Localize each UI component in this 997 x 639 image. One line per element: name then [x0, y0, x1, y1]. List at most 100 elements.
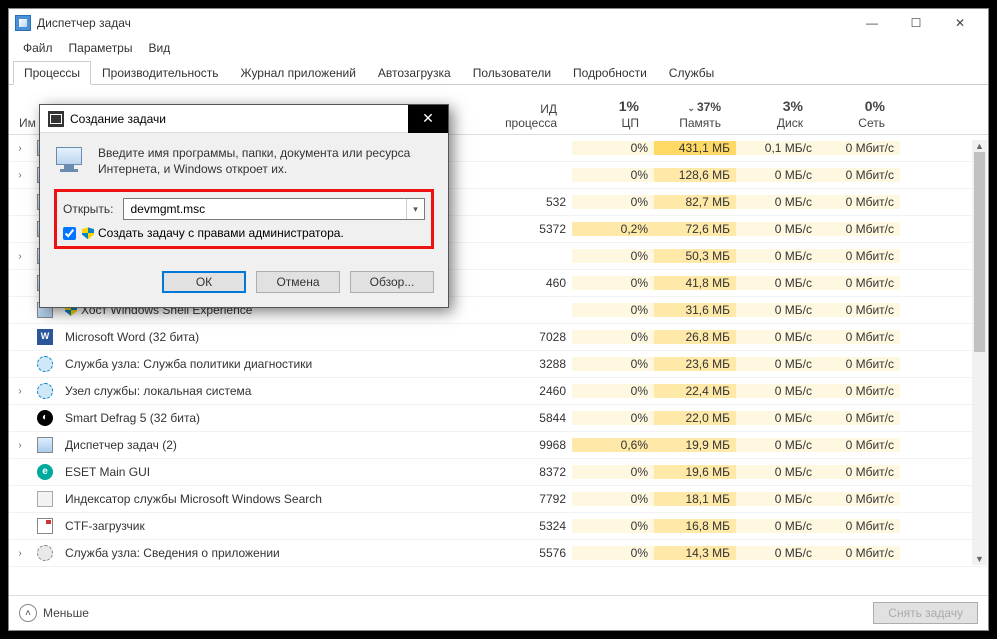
browse-button[interactable]: Обзор...: [350, 271, 434, 293]
process-network: 0 Мбит/с: [818, 303, 900, 317]
expand-toggle[interactable]: ›: [9, 548, 31, 559]
cpu-usage: 1%: [570, 98, 639, 114]
process-network: 0 Мбит/с: [818, 249, 900, 263]
process-disk: 0 МБ/с: [736, 330, 818, 344]
process-pid: 9968: [487, 438, 572, 452]
table-row[interactable]: Служба узла: Служба политики диагностики…: [9, 351, 988, 378]
menu-file[interactable]: Файл: [17, 39, 59, 57]
column-cpu[interactable]: 1% ЦП: [564, 94, 646, 134]
process-network: 0 Мбит/с: [818, 357, 900, 371]
process-icon-cell: e: [31, 464, 59, 480]
expand-toggle[interactable]: ›: [9, 251, 31, 262]
dropdown-icon[interactable]: ▾: [406, 199, 424, 219]
table-row[interactable]: CTF-загрузчик53240%16,8 МБ0 МБ/с0 Мбит/с: [9, 513, 988, 540]
ctf-icon: [37, 518, 53, 534]
maximize-button[interactable]: ☐: [894, 10, 938, 36]
process-cpu: 0%: [572, 276, 654, 290]
process-memory: 19,6 МБ: [654, 465, 736, 479]
menu-options[interactable]: Параметры: [63, 39, 139, 57]
gear-icon: [37, 356, 53, 372]
scroll-up-icon[interactable]: ▲: [972, 140, 987, 152]
expand-toggle[interactable]: ›: [9, 143, 31, 154]
process-memory: 431,1 МБ: [654, 141, 736, 155]
vertical-scrollbar[interactable]: ▲ ▼: [972, 140, 987, 565]
tab-users[interactable]: Пользователи: [462, 61, 562, 85]
process-cpu: 0%: [572, 384, 654, 398]
table-row[interactable]: ◐Smart Defrag 5 (32 бита)58440%22,0 МБ0 …: [9, 405, 988, 432]
process-name: Диспетчер задач (2): [59, 438, 487, 452]
shield-icon: [82, 227, 94, 239]
expand-toggle[interactable]: ›: [9, 170, 31, 181]
open-label: Открыть:: [63, 202, 113, 216]
process-memory: 128,6 МБ: [654, 168, 736, 182]
process-cpu: 0%: [572, 195, 654, 209]
search-icon: [37, 491, 53, 507]
admin-checkbox-row[interactable]: Создать задачу с правами администратора.: [63, 226, 425, 240]
cancel-button[interactable]: Отмена: [256, 271, 340, 293]
process-memory: 14,3 МБ: [654, 546, 736, 560]
process-icon-cell: [31, 437, 59, 453]
process-icon-cell: [31, 491, 59, 507]
tab-services[interactable]: Службы: [658, 61, 725, 85]
task-manager-window: Диспетчер задач — ☐ ✕ Файл Параметры Вид…: [8, 8, 989, 631]
admin-checkbox-label: Создать задачу с правами администратора.: [98, 226, 344, 240]
scroll-down-icon[interactable]: ▼: [972, 553, 987, 565]
tab-details[interactable]: Подробности: [562, 61, 658, 85]
table-row[interactable]: ›Диспетчер задач (2)99680,6%19,9 МБ0 МБ/…: [9, 432, 988, 459]
admin-checkbox[interactable]: [63, 227, 76, 240]
column-pid[interactable]: ИД процесса: [479, 98, 564, 134]
process-icon-cell: W: [31, 329, 59, 345]
open-input[interactable]: [124, 199, 406, 219]
column-network[interactable]: 0% Сеть: [810, 94, 892, 134]
fewer-details-label: Меньше: [43, 606, 89, 620]
tab-app-history[interactable]: Журнал приложений: [230, 61, 367, 85]
column-memory[interactable]: ⌄37% Память: [646, 94, 728, 134]
gear-icon: [37, 383, 53, 399]
tab-processes[interactable]: Процессы: [13, 61, 91, 85]
dialog-close-button[interactable]: ✕: [408, 105, 448, 133]
process-network: 0 Мбит/с: [818, 276, 900, 290]
tab-performance[interactable]: Производительность: [91, 61, 229, 85]
process-cpu: 0%: [572, 330, 654, 344]
gear-icon: [37, 545, 53, 561]
end-task-button[interactable]: Снять задачу: [873, 602, 978, 624]
process-network: 0 Мбит/с: [818, 141, 900, 155]
fewer-details-button[interactable]: ˄ Меньше: [19, 604, 89, 622]
tabs: Процессы Производительность Журнал прило…: [9, 61, 988, 85]
process-disk: 0 МБ/с: [736, 357, 818, 371]
expand-toggle[interactable]: ›: [9, 386, 31, 397]
app-icon: [37, 437, 53, 453]
expand-toggle[interactable]: ›: [9, 440, 31, 451]
process-network: 0 Мбит/с: [818, 519, 900, 533]
process-disk: 0 МБ/с: [736, 438, 818, 452]
close-button[interactable]: ✕: [938, 10, 982, 36]
process-icon-cell: ◐: [31, 410, 59, 426]
process-name: Microsoft Word (32 бита): [59, 330, 487, 344]
ok-button[interactable]: ОК: [162, 271, 246, 293]
process-cpu: 0%: [572, 411, 654, 425]
menu-view[interactable]: Вид: [142, 39, 176, 57]
process-network: 0 Мбит/с: [818, 330, 900, 344]
scroll-thumb[interactable]: [974, 152, 985, 352]
process-network: 0 Мбит/с: [818, 195, 900, 209]
process-cpu: 0%: [572, 357, 654, 371]
process-network: 0 Мбит/с: [818, 411, 900, 425]
memory-usage: ⌄37%: [652, 98, 721, 114]
process-cpu: 0%: [572, 546, 654, 560]
process-network: 0 Мбит/с: [818, 438, 900, 452]
table-row[interactable]: Индексатор службы Microsoft Windows Sear…: [9, 486, 988, 513]
process-network: 0 Мбит/с: [818, 492, 900, 506]
run-icon: [54, 145, 88, 175]
table-row[interactable]: ›Узел службы: локальная система24600%22,…: [9, 378, 988, 405]
tab-startup[interactable]: Автозагрузка: [367, 61, 462, 85]
table-row[interactable]: WMicrosoft Word (32 бита)70280%26,8 МБ0 …: [9, 324, 988, 351]
open-combobox[interactable]: ▾: [123, 198, 425, 220]
column-disk[interactable]: 3% Диск: [728, 94, 810, 134]
disk-usage: 3%: [734, 98, 803, 114]
titlebar: Диспетчер задач — ☐ ✕: [9, 9, 988, 37]
table-row[interactable]: ›Служба узла: Сведения о приложении55760…: [9, 540, 988, 567]
create-task-dialog: Создание задачи ✕ Введите имя программы,…: [39, 104, 449, 308]
dialog-titlebar: Создание задачи ✕: [40, 105, 448, 133]
table-row[interactable]: eESET Main GUI83720%19,6 МБ0 МБ/с0 Мбит/…: [9, 459, 988, 486]
minimize-button[interactable]: —: [850, 10, 894, 36]
